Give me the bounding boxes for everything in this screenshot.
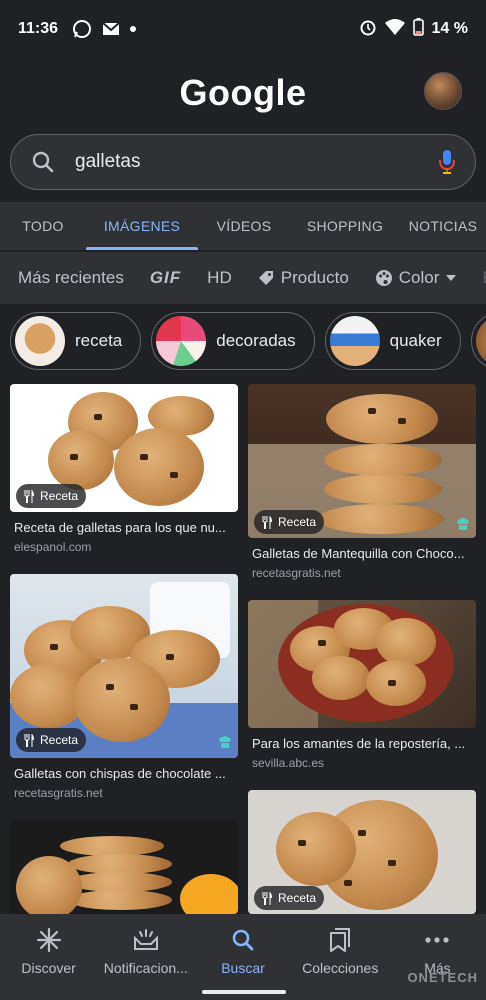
search-tabs: TODO IMÁGENES VÍDEOS SHOPPING NOTICIAS — [0, 202, 486, 250]
filter-gif[interactable]: GIF — [150, 268, 181, 288]
watermark: ONETECH — [407, 970, 478, 985]
search-query[interactable]: galletas — [75, 151, 419, 173]
chip-label: quaker — [389, 331, 442, 350]
utensils-icon — [262, 515, 272, 529]
filter-color-label: Color — [398, 268, 440, 287]
chip-thumbnail — [156, 316, 207, 366]
nav-collections[interactable]: Colecciones — [292, 914, 389, 1000]
tab-todo[interactable]: TODO — [0, 202, 86, 250]
nav-search-label: Buscar — [221, 960, 265, 976]
recipe-badge: Receta — [16, 484, 87, 508]
nav-notifications[interactable]: Notificacion... — [97, 914, 194, 1000]
tab-videos[interactable]: VÍDEOS — [198, 202, 290, 250]
utensils-icon — [24, 489, 34, 503]
chip-thumbnail — [15, 316, 65, 366]
image-result[interactable] — [10, 820, 238, 914]
account-avatar[interactable] — [424, 72, 462, 110]
gesture-bar[interactable] — [202, 990, 286, 994]
chip-label: decoradas — [216, 331, 296, 350]
status-bar: 11:36 14 % — [0, 0, 486, 58]
nav-discover-label: Discover — [21, 960, 76, 976]
battery-icon — [412, 17, 424, 41]
discover-icon — [36, 926, 62, 954]
alarm-icon — [359, 18, 377, 41]
chip-label: receta — [75, 331, 123, 350]
tab-noticias[interactable]: NOTICIAS — [400, 202, 486, 250]
nav-search[interactable]: Buscar — [194, 914, 291, 1000]
result-source: recetasgratis.net — [14, 786, 103, 800]
recipe-badge-label: Receta — [40, 733, 79, 747]
filter-overflow[interactable]: E — [482, 268, 486, 288]
chef-hat-icon — [457, 517, 469, 530]
utensils-icon — [262, 891, 272, 905]
palette-icon — [375, 270, 392, 286]
tag-icon — [258, 271, 273, 285]
chef-hat-icon — [219, 735, 231, 748]
filter-hd[interactable]: HD — [207, 268, 232, 288]
image-result[interactable]: Receta — [248, 790, 476, 914]
chip-receta[interactable]: receta — [10, 312, 142, 370]
search-box[interactable]: galletas — [10, 134, 476, 190]
chip-decoradas[interactable]: decoradas — [151, 312, 315, 370]
collections-icon — [328, 926, 352, 954]
tab-shopping[interactable]: SHOPPING — [290, 202, 400, 250]
chip-thumbnail — [475, 316, 486, 366]
image-result[interactable]: Receta Galletas con chispas de chocolate… — [10, 574, 238, 804]
filter-product[interactable]: Producto — [258, 268, 349, 288]
recipe-badge-label: Receta — [278, 515, 317, 529]
chip-more[interactable] — [470, 312, 486, 370]
search-icon — [231, 926, 255, 954]
result-caption: Galletas de Mantequilla con Choco... — [252, 546, 465, 561]
result-image — [248, 600, 476, 728]
filter-bar: Más recientes GIF HD Producto Color E — [0, 252, 486, 304]
result-source: elespanol.com — [14, 540, 92, 554]
status-time: 11:36 — [18, 20, 59, 37]
image-result[interactable]: Para los amantes de la repostería, ... s… — [248, 600, 476, 776]
recipe-badge: Receta — [254, 510, 325, 534]
filter-color[interactable]: Color — [375, 268, 457, 288]
google-logo[interactable]: Google — [0, 72, 486, 114]
nav-collections-label: Colecciones — [302, 960, 379, 976]
nav-more[interactable]: Más — [389, 914, 486, 1000]
image-result[interactable]: Receta Galletas de Mantequilla con Choco… — [248, 384, 476, 584]
chip-quaker[interactable]: quaker — [324, 312, 461, 370]
result-image — [10, 820, 238, 914]
recipe-badge-label: Receta — [40, 489, 79, 503]
nav-discover[interactable]: Discover — [0, 914, 97, 1000]
chip-thumbnail — [329, 316, 380, 366]
recipe-badge-label: Receta — [278, 891, 317, 905]
result-caption: Galletas con chispas de chocolate ... — [14, 766, 226, 781]
result-caption: Receta de galletas para los que nu... — [14, 520, 226, 535]
result-source: sevilla.abc.es — [252, 756, 325, 770]
dot-icon — [130, 26, 137, 32]
filter-product-label: Producto — [280, 268, 349, 287]
recipe-badge: Receta — [254, 886, 325, 910]
recipe-badge: Receta — [16, 728, 87, 752]
result-source: recetasgratis.net — [252, 566, 341, 580]
whatsapp-icon — [72, 19, 92, 39]
notifications-icon — [133, 926, 159, 954]
related-chips: receta decoradas quaker — [0, 312, 486, 372]
image-results-grid: Receta Receta de galletas para los que n… — [0, 384, 486, 914]
battery-percent: 14 % — [431, 20, 468, 37]
more-icon — [425, 926, 450, 954]
nav-notifications-label: Notificacion... — [103, 960, 188, 976]
mic-icon[interactable] — [419, 149, 475, 175]
search-icon[interactable] — [11, 150, 75, 174]
image-result[interactable]: Receta Receta de galletas para los que n… — [10, 384, 238, 560]
filter-recent[interactable]: Más recientes — [18, 268, 124, 288]
utensils-icon — [24, 733, 34, 747]
tab-imagenes[interactable]: IMÁGENES — [86, 202, 198, 250]
result-caption: Para los amantes de la repostería, ... — [252, 736, 466, 751]
wifi-icon — [384, 18, 405, 40]
gmail-icon — [102, 22, 120, 36]
bottom-navigation: Discover Notificacion... Buscar Coleccio… — [0, 914, 486, 1000]
chevron-down-icon — [446, 275, 457, 281]
